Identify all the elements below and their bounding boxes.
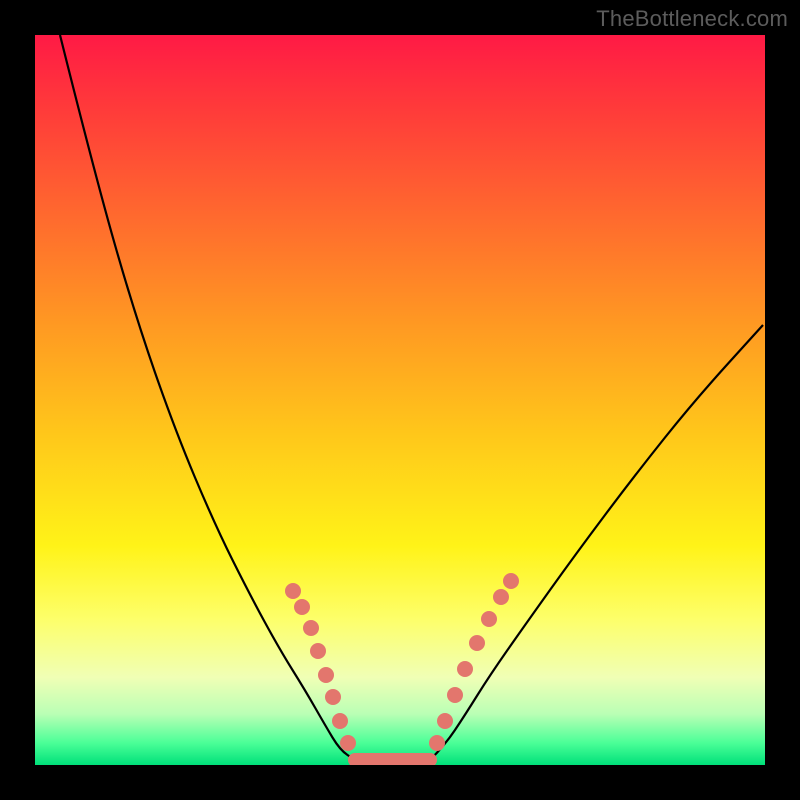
bead-right (503, 573, 519, 589)
bead-left (285, 583, 301, 599)
bead-right (493, 589, 509, 605)
bead-right (457, 661, 473, 677)
bead-left (310, 643, 326, 659)
bead-right (429, 735, 445, 751)
bead-left (332, 713, 348, 729)
curve-svg (35, 35, 765, 765)
bead-left (340, 735, 356, 751)
chart-stage: TheBottleneck.com (0, 0, 800, 800)
bead-right (447, 687, 463, 703)
curve-right (430, 325, 763, 760)
bead-left (318, 667, 334, 683)
bead-left (325, 689, 341, 705)
plot-area (35, 35, 765, 765)
bead-left (294, 599, 310, 615)
bead-right (481, 611, 497, 627)
watermark-text: TheBottleneck.com (596, 6, 788, 32)
bead-left (303, 620, 319, 636)
beads-group (285, 573, 519, 751)
bead-right (469, 635, 485, 651)
bead-right (437, 713, 453, 729)
